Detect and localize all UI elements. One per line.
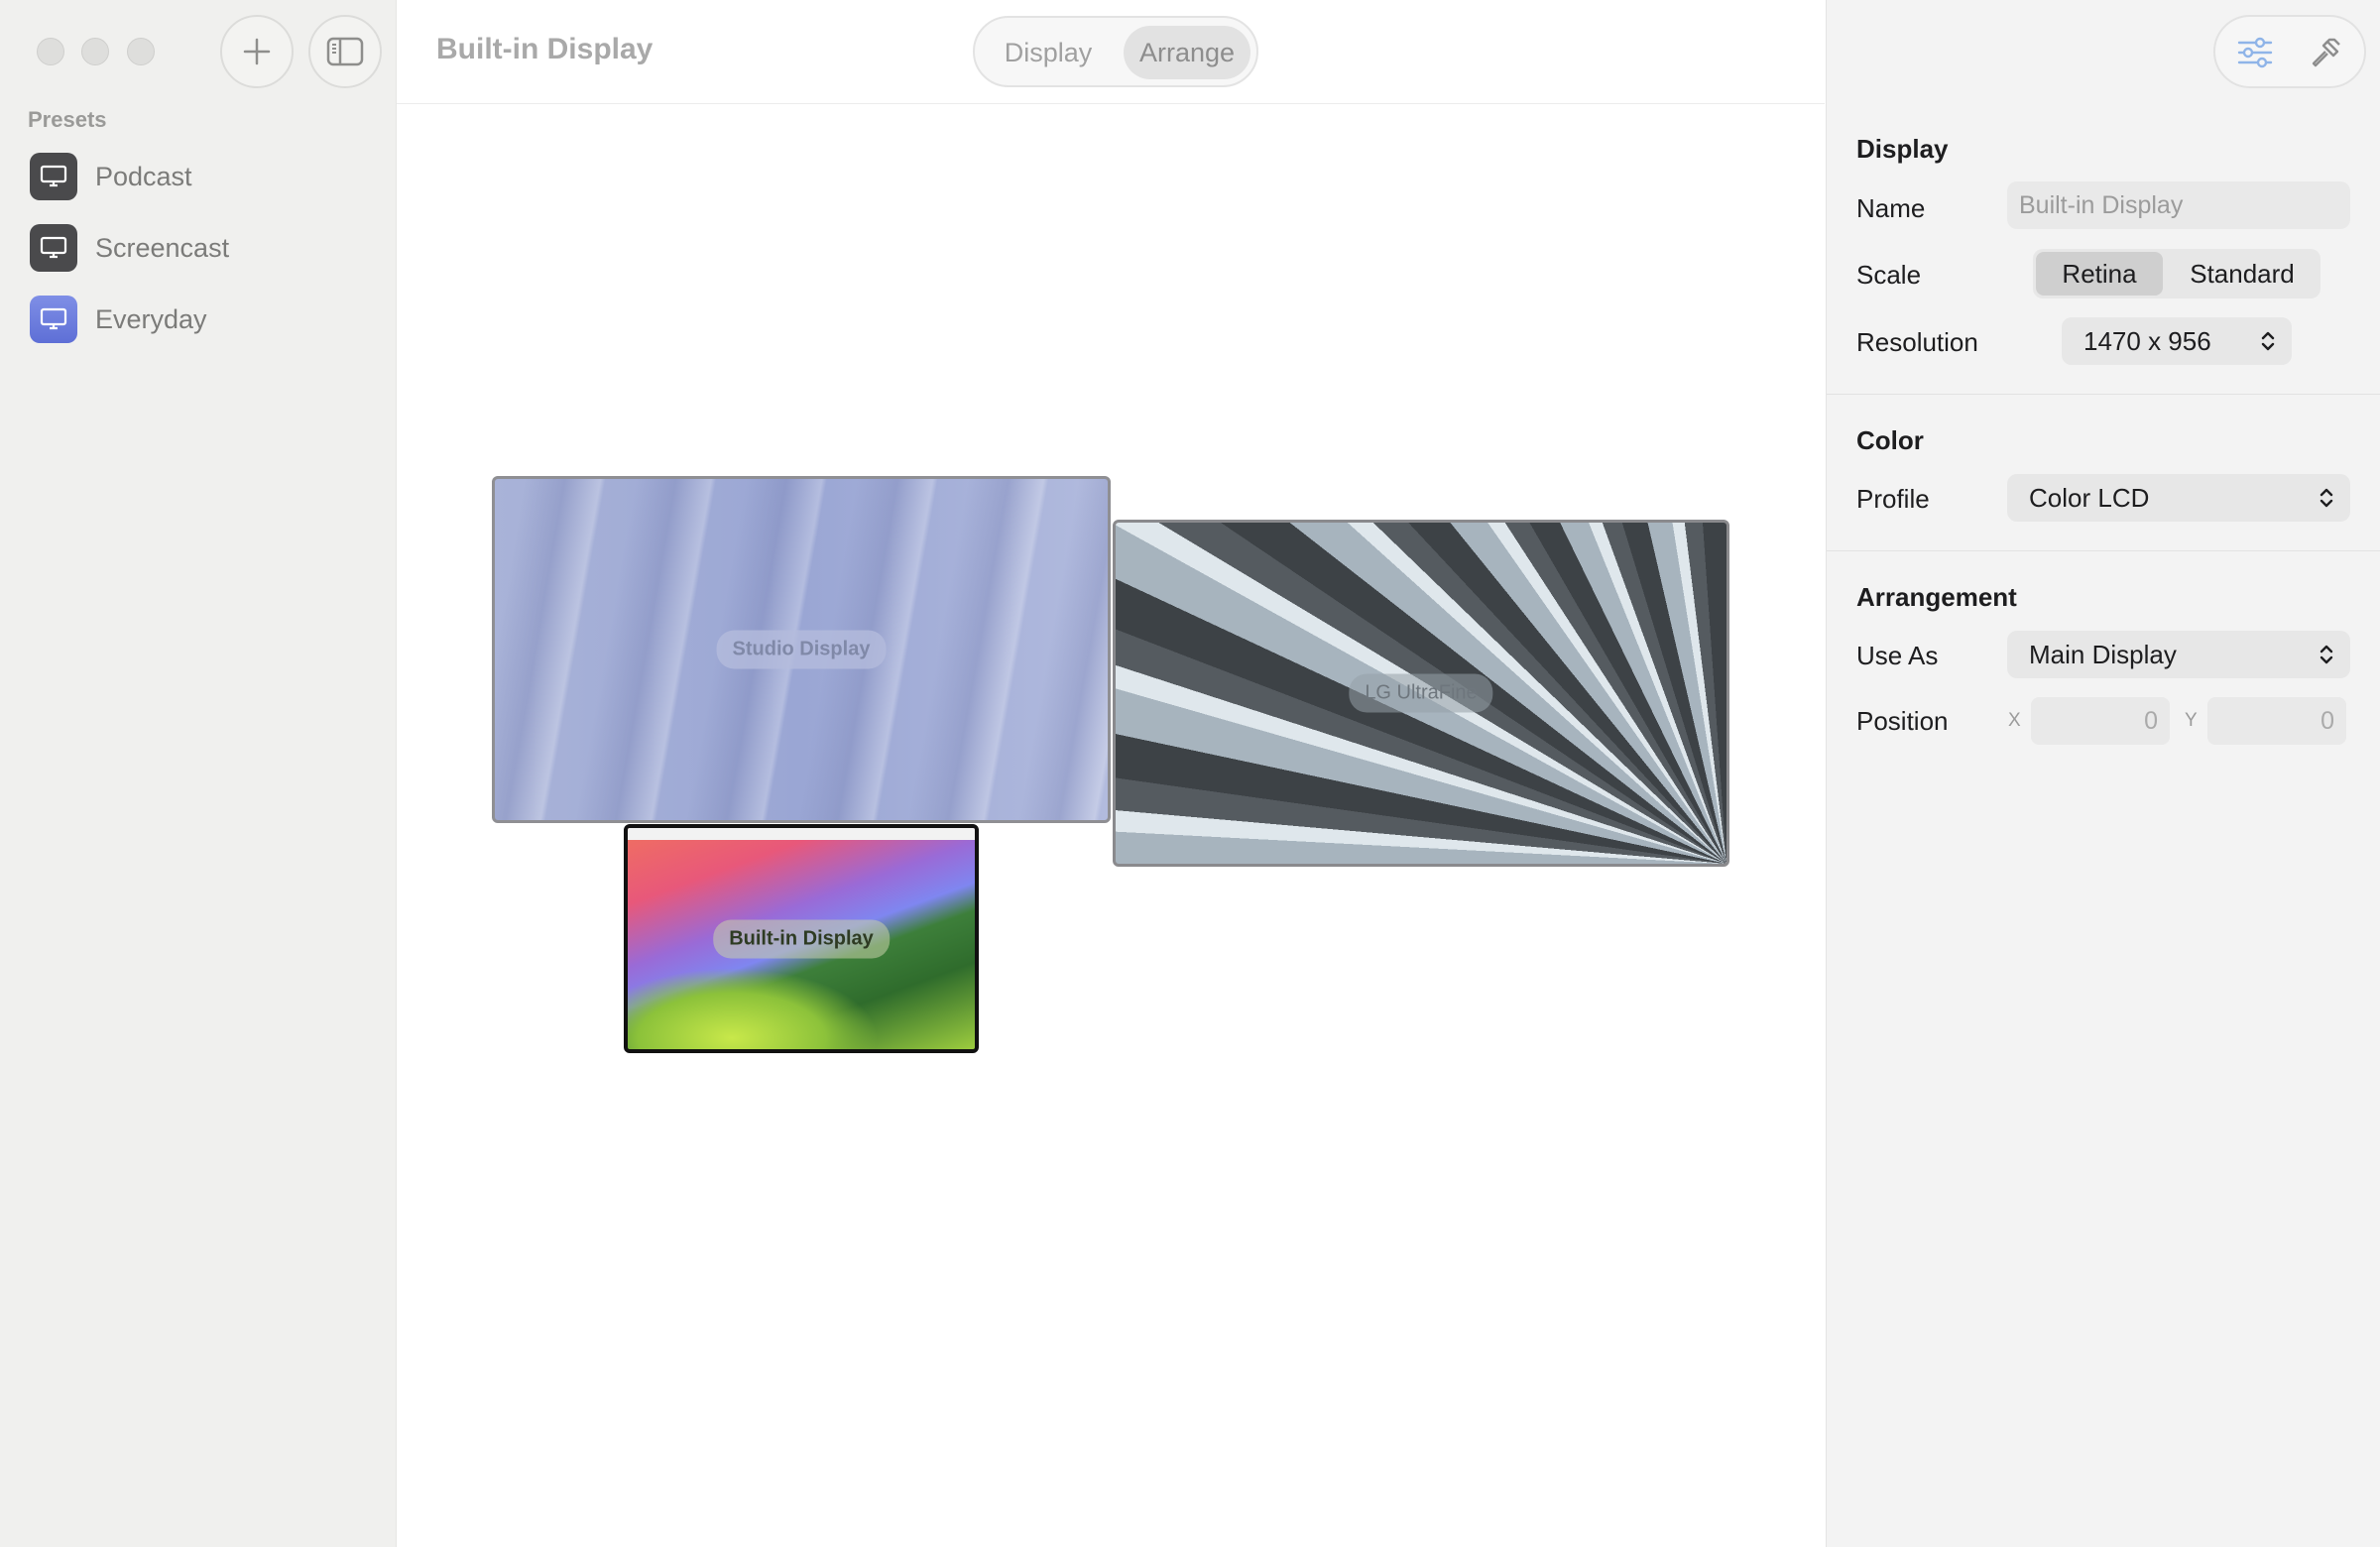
color-profile-popup[interactable]: Color LCD — [2007, 474, 2350, 522]
display-name-field[interactable]: Built-in Display — [2007, 181, 2350, 229]
app-window: Presets Podcast Screencast Everyday Buil… — [0, 0, 2380, 1547]
hammer-icon[interactable] — [2303, 29, 2350, 76]
chevron-up-down-icon — [2320, 645, 2333, 664]
scale-segmented-control: Retina Standard — [2033, 249, 2320, 298]
display-icon — [30, 224, 77, 272]
resolution-value: 1470 x 956 — [2083, 325, 2211, 356]
name-label: Name — [1856, 193, 1926, 223]
monitor-label: Studio Display — [716, 630, 887, 669]
sidebar-item-label: Everyday — [95, 303, 207, 334]
display-icon — [30, 296, 77, 343]
chevron-up-down-icon — [2261, 331, 2275, 351]
color-section-title: Color — [1856, 425, 1924, 455]
view-mode-switcher: Display Arrange — [973, 16, 1258, 87]
display-section-title: Display — [1856, 134, 1949, 164]
inspector-tool-switcher — [2213, 15, 2366, 88]
plus-icon — [243, 38, 271, 65]
presets-section-label: Presets — [28, 107, 107, 132]
close-window-button[interactable] — [37, 38, 64, 65]
page-title: Built-in Display — [436, 33, 654, 65]
use-as-label: Use As — [1856, 641, 1939, 670]
use-as-popup[interactable]: Main Display — [2007, 631, 2350, 678]
resolution-popup[interactable]: 1470 x 956 — [2062, 317, 2292, 365]
zoom-window-button[interactable] — [127, 38, 155, 65]
menu-bar-strip — [628, 828, 975, 840]
sidebar: Presets Podcast Screencast Everyday — [0, 0, 397, 1547]
add-preset-button[interactable] — [220, 15, 294, 88]
position-y-label: Y — [2185, 710, 2198, 731]
sidebar-item-label: Podcast — [95, 161, 192, 191]
use-as-value: Main Display — [2029, 639, 2177, 669]
section-divider — [1827, 550, 2380, 551]
profile-value: Color LCD — [2029, 482, 2150, 513]
tab-display[interactable]: Display — [985, 26, 1112, 79]
scale-label: Scale — [1856, 260, 1922, 290]
toggle-sidebar-button[interactable] — [308, 15, 382, 88]
monitor-lg-ultrafine[interactable]: LG UltraFine — [1113, 520, 1729, 867]
section-divider — [1827, 394, 2380, 395]
resolution-label: Resolution — [1856, 327, 1978, 357]
arrangement-canvas: Studio Display LG UltraFine Built-in Dis… — [397, 104, 1825, 1547]
monitor-studio-display[interactable]: Studio Display — [492, 476, 1111, 823]
scale-option-standard[interactable]: Standard — [2170, 252, 2315, 296]
profile-label: Profile — [1856, 484, 1930, 514]
sliders-icon[interactable] — [2231, 29, 2279, 76]
monitor-label: Built-in Display — [713, 919, 890, 958]
position-y-field[interactable]: 0 — [2207, 697, 2346, 745]
sidebar-item-label: Screencast — [95, 232, 230, 263]
toolbar: Built-in Display Display Arrange — [397, 0, 1825, 104]
arrangement-section-title: Arrangement — [1856, 582, 2017, 612]
monitor-label: LG UltraFine — [1349, 673, 1493, 713]
tab-arrange[interactable]: Arrange — [1124, 26, 1250, 79]
display-icon — [30, 153, 77, 200]
position-x-label: X — [2008, 710, 2021, 731]
sidebar-item-screencast[interactable]: Screencast — [30, 221, 377, 275]
sidebar-item-everyday[interactable]: Everyday — [30, 293, 377, 346]
scale-option-retina[interactable]: Retina — [2036, 252, 2163, 296]
monitor-built-in-display[interactable]: Built-in Display — [624, 824, 979, 1053]
inspector-panel: Display Name Built-in Display Scale Reti… — [1826, 0, 2380, 1547]
minimize-window-button[interactable] — [81, 38, 109, 65]
sidebar-item-podcast[interactable]: Podcast — [30, 150, 377, 203]
position-x-field[interactable]: 0 — [2031, 697, 2170, 745]
position-label: Position — [1856, 706, 1949, 736]
chevron-up-down-icon — [2320, 488, 2333, 508]
sidebar-icon — [326, 37, 364, 66]
